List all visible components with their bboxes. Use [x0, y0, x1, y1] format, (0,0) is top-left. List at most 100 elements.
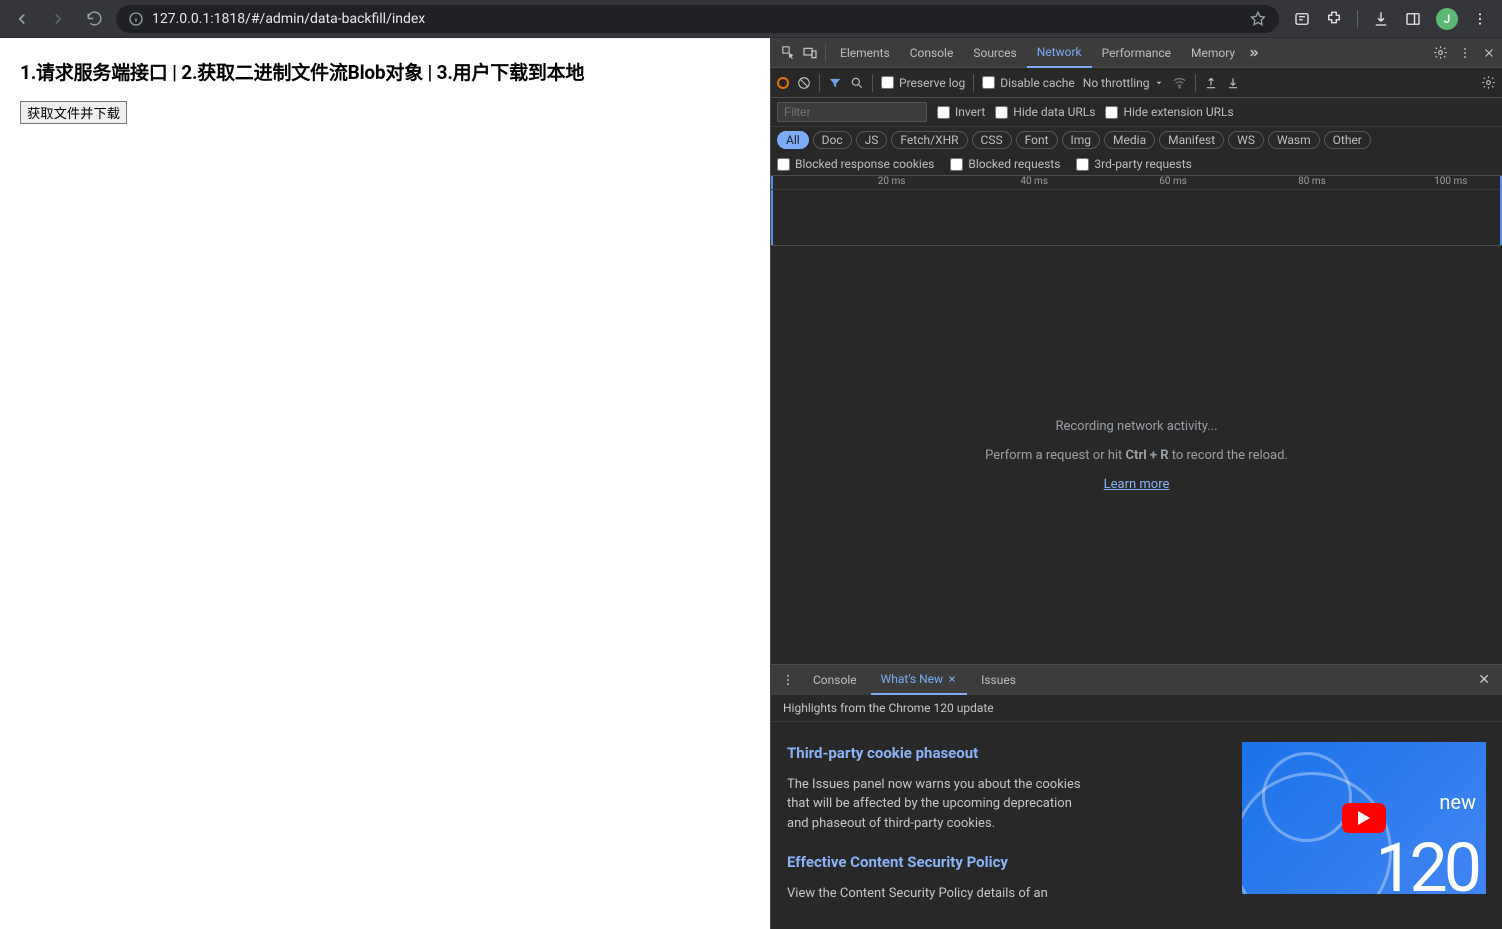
search-icon[interactable] — [850, 76, 864, 90]
chip-ws[interactable]: WS — [1228, 131, 1264, 149]
download-button[interactable]: 获取文件并下载 — [20, 101, 127, 124]
recording-message: Recording network activity... — [1055, 419, 1217, 434]
profile-avatar[interactable]: J — [1436, 8, 1458, 30]
more-tabs-icon[interactable] — [1245, 42, 1267, 64]
timeline-tick: 20 ms — [878, 176, 906, 187]
preserve-log-checkbox[interactable]: Preserve log — [881, 76, 965, 90]
whats-new-thumbnail[interactable]: new 120 — [1242, 742, 1486, 894]
drawer-tab-issues[interactable]: Issues — [971, 665, 1026, 695]
whats-new-content: Third-party cookie phaseout The Issues p… — [771, 722, 1502, 929]
tab-memory[interactable]: Memory — [1181, 38, 1245, 68]
hide-data-urls-label: Hide data URLs — [1013, 105, 1095, 119]
network-filter-row: Invert Hide data URLs Hide extension URL… — [771, 98, 1502, 127]
reload-button[interactable] — [80, 5, 108, 33]
tab-sources[interactable]: Sources — [963, 38, 1026, 68]
hide-data-urls-checkbox[interactable]: Hide data URLs — [995, 105, 1095, 119]
tab-performance[interactable]: Performance — [1092, 38, 1181, 68]
settings-icon[interactable] — [1433, 45, 1448, 60]
upload-har-icon[interactable] — [1204, 76, 1218, 90]
network-toolbar: Preserve log Disable cache No throttling — [771, 68, 1502, 98]
tab-network[interactable]: Network — [1027, 38, 1092, 68]
separator — [1357, 10, 1358, 28]
network-timeline[interactable]: 20 ms 40 ms 60 ms 80 ms 100 ms — [771, 176, 1502, 246]
page-content: 1.请求服务端接口 | 2.获取二进制文件流Blob对象 | 3.用户下载到本地… — [0, 38, 770, 929]
inspect-icon[interactable] — [777, 42, 799, 64]
type-filter-chips: All Doc JS Fetch/XHR CSS Font Img Media … — [771, 127, 1502, 153]
blocked-requests-label: Blocked requests — [968, 157, 1060, 171]
drawer-tab-whats-new[interactable]: What's New — [871, 665, 967, 695]
extensions-icon[interactable] — [1325, 10, 1343, 28]
hide-extension-urls-checkbox[interactable]: Hide extension URLs — [1105, 105, 1233, 119]
drawer-menu-icon[interactable] — [777, 673, 799, 687]
devtools-tabs: Elements Console Sources Network Perform… — [771, 38, 1502, 68]
filter-toggle-icon[interactable] — [828, 76, 842, 90]
hide-ext-urls-label: Hide extension URLs — [1123, 105, 1233, 119]
chip-fetch-xhr[interactable]: Fetch/XHR — [891, 131, 967, 149]
url-text: 127.0.0.1:1818/#/admin/data-backfill/ind… — [152, 11, 425, 27]
blocked-cookies-checkbox[interactable]: Blocked response cookies — [777, 157, 934, 171]
wifi-icon[interactable] — [1172, 75, 1187, 90]
third-party-checkbox[interactable]: 3rd-party requests — [1076, 157, 1191, 171]
menu-icon[interactable] — [1472, 11, 1488, 27]
timeline-tick: 40 ms — [1020, 176, 1048, 187]
drawer-tabs: Console What's New Issues ✕ — [771, 665, 1502, 695]
chip-font[interactable]: Font — [1016, 131, 1058, 149]
third-party-label: 3rd-party requests — [1094, 157, 1191, 171]
chip-wasm[interactable]: Wasm — [1268, 131, 1320, 149]
throttling-label: No throttling — [1083, 76, 1150, 90]
recording-hint: Perform a request or hit Ctrl + R to rec… — [985, 448, 1288, 463]
url-bar[interactable]: 127.0.0.1:1818/#/admin/data-backfill/ind… — [116, 5, 1279, 33]
page-heading: 1.请求服务端接口 | 2.获取二进制文件流Blob对象 | 3.用户下载到本地 — [20, 58, 750, 85]
tab-console[interactable]: Console — [900, 38, 964, 68]
filter-input[interactable] — [777, 102, 927, 122]
timeline-tick: 60 ms — [1159, 176, 1187, 187]
learn-more-link[interactable]: Learn more — [1104, 477, 1170, 492]
invert-checkbox[interactable]: Invert — [937, 105, 985, 119]
separator — [872, 74, 873, 92]
chip-all[interactable]: All — [777, 131, 809, 149]
chip-img[interactable]: Img — [1062, 131, 1101, 149]
close-drawer-icon[interactable]: ✕ — [1472, 672, 1496, 688]
separator — [819, 74, 820, 92]
close-devtools-icon[interactable] — [1482, 46, 1496, 60]
throttling-select[interactable]: No throttling — [1083, 76, 1164, 90]
chip-doc[interactable]: Doc — [813, 131, 852, 149]
article-body: View the Content Security Policy details… — [787, 884, 1087, 904]
separator — [825, 44, 826, 62]
tab-elements[interactable]: Elements — [830, 38, 900, 68]
close-icon[interactable] — [947, 674, 957, 684]
timeline-tick: 80 ms — [1298, 176, 1326, 187]
chip-css[interactable]: CSS — [972, 131, 1012, 149]
browser-toolbar: 127.0.0.1:1818/#/admin/data-backfill/ind… — [0, 0, 1502, 38]
panel-icon[interactable] — [1404, 10, 1422, 28]
downloads-icon[interactable] — [1372, 10, 1390, 28]
devtools-menu-icon[interactable] — [1458, 46, 1472, 60]
chip-manifest[interactable]: Manifest — [1159, 131, 1224, 149]
preserve-log-label: Preserve log — [899, 76, 965, 90]
article-title[interactable]: Third-party cookie phaseout — [787, 742, 1222, 765]
separator — [973, 74, 974, 92]
drawer-tab-console[interactable]: Console — [803, 665, 867, 695]
blocked-requests-checkbox[interactable]: Blocked requests — [950, 157, 1060, 171]
network-settings-icon[interactable] — [1481, 75, 1496, 90]
article-body: The Issues panel now warns you about the… — [787, 775, 1087, 834]
disable-cache-checkbox[interactable]: Disable cache — [982, 76, 1075, 90]
clear-icon[interactable] — [797, 76, 811, 90]
device-toggle-icon[interactable] — [799, 42, 821, 64]
site-info-icon[interactable] — [128, 11, 144, 27]
blocked-filter-row: Blocked response cookies Blocked request… — [771, 153, 1502, 176]
timeline-tick: 100 ms — [1434, 176, 1467, 187]
chip-other[interactable]: Other — [1324, 131, 1371, 149]
bookmark-icon[interactable] — [1249, 10, 1267, 28]
forward-button[interactable] — [44, 5, 72, 33]
network-empty-state: Recording network activity... Perform a … — [771, 246, 1502, 664]
record-icon[interactable] — [777, 77, 789, 89]
article-title[interactable]: Effective Content Security Policy — [787, 851, 1222, 874]
back-button[interactable] — [8, 5, 36, 33]
toolbar-right: J — [1287, 8, 1494, 30]
chip-media[interactable]: Media — [1104, 131, 1155, 149]
download-har-icon[interactable] — [1226, 76, 1240, 90]
reader-icon[interactable] — [1293, 10, 1311, 28]
highlights-bar: Highlights from the Chrome 120 update — [771, 695, 1502, 722]
chip-js[interactable]: JS — [856, 131, 888, 149]
